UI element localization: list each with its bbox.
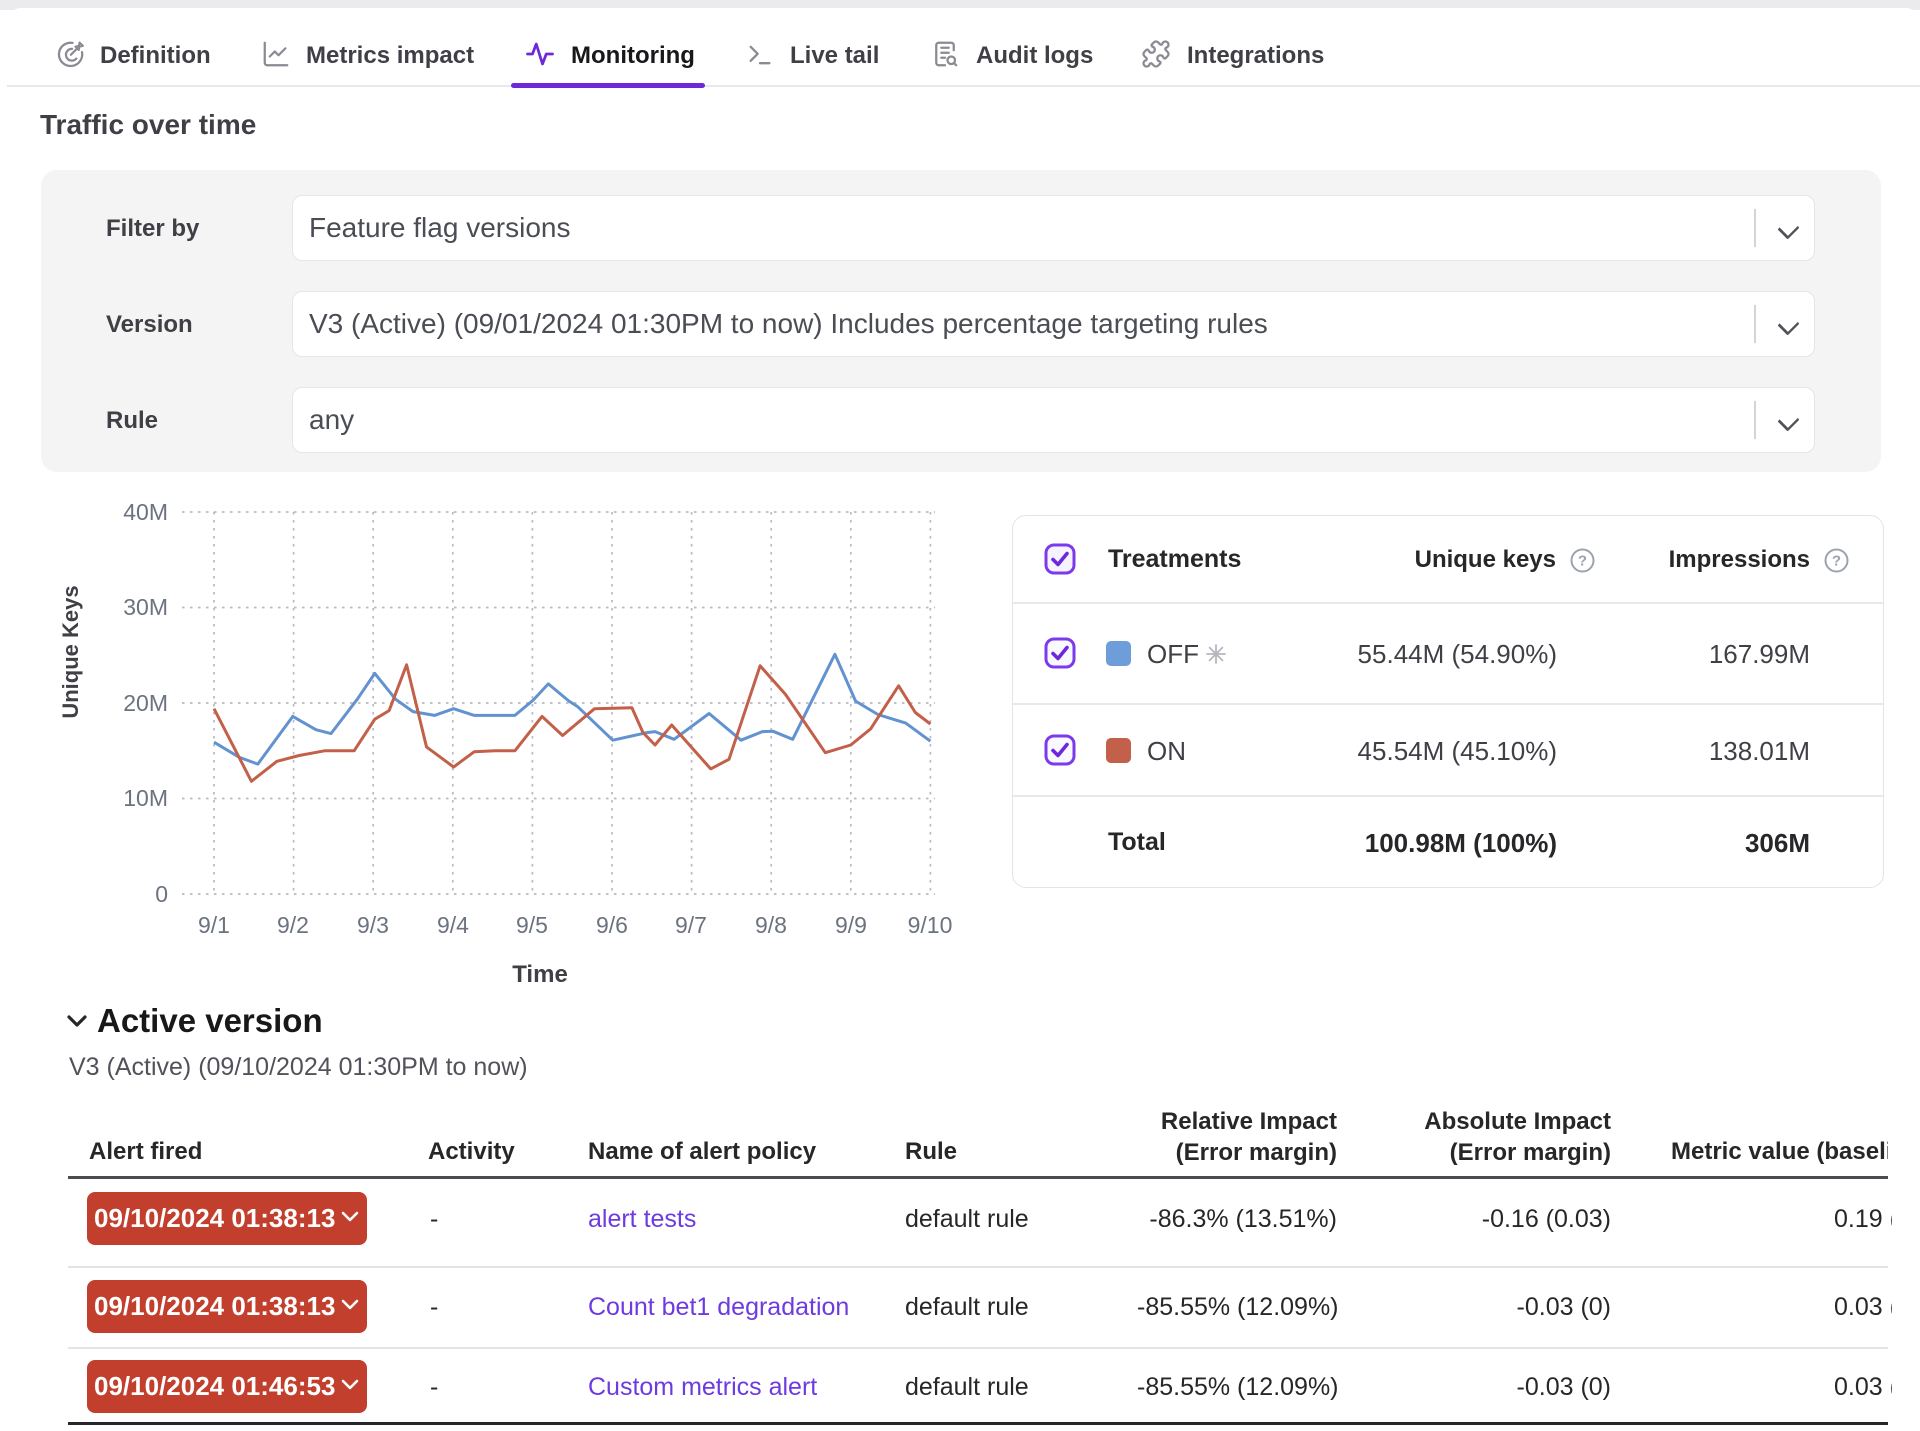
- svg-text:?: ?: [1578, 553, 1587, 570]
- svg-text:?: ?: [1832, 553, 1841, 570]
